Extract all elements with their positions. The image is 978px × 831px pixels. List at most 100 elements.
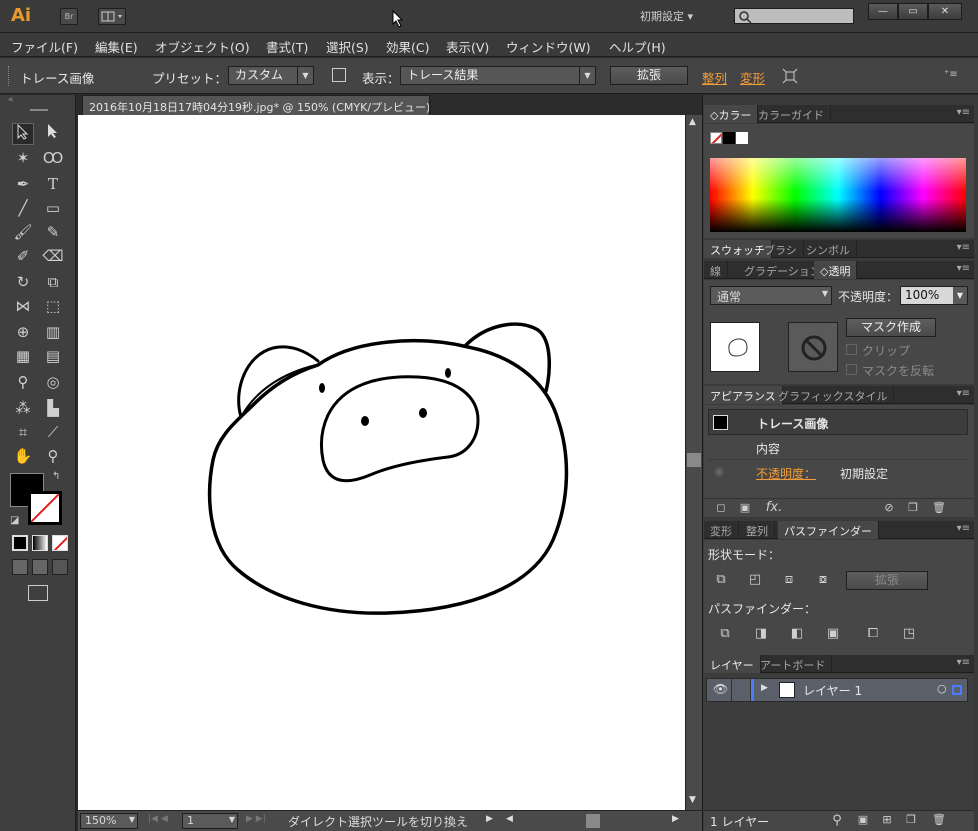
line-tool-icon[interactable]: ╱ — [12, 197, 34, 219]
scroll-right-icon[interactable]: ▶ — [672, 814, 679, 824]
gradient-mode-icon[interactable] — [32, 535, 48, 551]
merge-icon[interactable]: ◧ — [788, 626, 806, 641]
workspace-switcher[interactable]: 初期設定 ▾ — [640, 8, 693, 24]
control-panel-menu-icon[interactable]: ⁺≡ — [944, 69, 958, 80]
scroll-up-icon[interactable]: ▲ — [689, 117, 696, 127]
tab-layers[interactable]: レイヤー — [704, 655, 761, 673]
minimize-button[interactable]: — — [868, 3, 898, 20]
tab-graphic-styles[interactable]: グラフィックスタイル — [772, 386, 895, 404]
color-spectrum[interactable] — [710, 158, 966, 232]
rotate-tool-icon[interactable]: ↻ — [12, 271, 34, 293]
blend-mode-select[interactable]: 通常 ▼ — [710, 286, 832, 305]
status-menu-icon[interactable]: ▶ — [486, 814, 493, 824]
draw-behind-icon[interactable] — [32, 559, 48, 575]
panel-menu-icon[interactable]: ▾≡ — [957, 263, 970, 274]
arrange-documents-button[interactable] — [98, 8, 126, 25]
bridge-button[interactable]: Br — [60, 8, 78, 25]
panel-menu-icon[interactable]: ▾≡ — [957, 242, 970, 253]
menu-file[interactable]: ファイル(F) — [11, 37, 78, 56]
menu-window[interactable]: ウィンドウ(W) — [506, 37, 591, 56]
lasso-tool-icon[interactable]: Ꝏ — [42, 147, 64, 169]
tab-color-guide[interactable]: カラーガイド — [752, 105, 831, 123]
pencil-tool-icon[interactable]: ✎ — [42, 221, 64, 243]
draw-inside-icon[interactable] — [52, 559, 68, 575]
mesh-tool-icon[interactable]: ▦ — [12, 345, 34, 367]
scroll-down-icon[interactable]: ▼ — [689, 795, 696, 805]
maximize-button[interactable]: ▭ — [898, 3, 928, 20]
eye-icon[interactable]: 👁 — [713, 682, 728, 696]
default-fill-stroke-icon[interactable]: ◪ — [10, 515, 19, 526]
exclude-icon[interactable]: ⧇ — [814, 572, 832, 587]
panel-menu-icon[interactable]: ▾≡ — [957, 388, 970, 399]
column-graph-tool-icon[interactable]: ▙ — [42, 397, 64, 419]
clear-appearance-icon[interactable]: ⊘ — [880, 501, 898, 514]
hand-tool-icon[interactable]: ✋ — [12, 445, 34, 467]
none-mode-icon[interactable] — [52, 535, 68, 551]
traced-pig-illustration[interactable] — [78, 115, 685, 810]
tab-transform[interactable]: 変形 — [704, 521, 739, 539]
tab-symbols[interactable]: シンボル — [800, 240, 857, 258]
duplicate-item-icon[interactable]: ❐ — [904, 501, 922, 514]
tools-grip[interactable] — [30, 109, 48, 111]
pathfinder-expand-button[interactable]: 拡張 — [846, 571, 928, 590]
tab-transparency[interactable]: ◇透明 — [814, 261, 858, 279]
symbol-sprayer-tool-icon[interactable]: ⁂ — [12, 397, 34, 419]
pen-tool-icon[interactable]: ✒ — [12, 173, 34, 195]
menu-help[interactable]: ヘルプ(H) — [609, 37, 666, 56]
blob-brush-tool-icon[interactable]: ✐ — [12, 245, 34, 267]
menu-effect[interactable]: 効果(C) — [386, 37, 429, 56]
vertical-scrollbar[interactable]: ▲ ▼ — [685, 115, 702, 810]
clip-checkbox[interactable] — [846, 344, 857, 355]
direct-selection-tool-icon[interactable] — [42, 123, 64, 145]
black-swatch[interactable] — [723, 132, 735, 144]
tab-appearance[interactable]: アピアランス — [704, 386, 783, 404]
add-fill-icon[interactable]: ▣ — [736, 501, 754, 514]
selection-indicator[interactable] — [952, 685, 962, 695]
paintbrush-tool-icon[interactable]: 🖌 — [12, 221, 34, 243]
type-tool-icon[interactable]: T — [42, 173, 64, 195]
make-clipping-mask-icon[interactable]: ▣ — [854, 813, 872, 826]
menu-view[interactable]: 表示(V) — [446, 37, 489, 56]
scroll-thumb[interactable] — [687, 453, 701, 467]
target-icon[interactable]: ○ — [937, 682, 947, 695]
selection-tool-icon[interactable] — [12, 123, 34, 145]
appearance-contents-row[interactable]: 内容 — [708, 435, 968, 460]
panel-menu-icon[interactable]: ▾≡ — [957, 107, 970, 118]
stroke-color-swatch[interactable] — [28, 491, 62, 525]
shape-builder-tool-icon[interactable]: ⊕ — [12, 321, 34, 343]
make-mask-button[interactable]: マスク作成 — [846, 318, 936, 337]
document-tab[interactable]: 2016年10月18日17時04分19秒.jpg* @ 150% (CMYK/プ… — [82, 95, 430, 115]
free-transform-tool-icon[interactable]: ⬚ — [42, 295, 64, 317]
help-search-input[interactable] — [734, 8, 854, 24]
zoom-tool-icon[interactable]: ⚲ — [42, 445, 64, 467]
preset-select[interactable]: カスタム ▼ — [228, 66, 314, 85]
invert-mask-checkbox[interactable] — [846, 364, 857, 375]
outline-icon[interactable]: ⧠ — [864, 626, 882, 641]
control-bar-grip[interactable] — [8, 66, 11, 86]
minus-back-icon[interactable]: ◳ — [900, 626, 918, 641]
align-link[interactable]: 整列 — [702, 68, 727, 87]
layer-name[interactable]: レイヤー 1 — [803, 682, 862, 699]
blend-tool-icon[interactable]: ◎ — [42, 371, 64, 393]
crop-icon[interactable]: ▣ — [824, 626, 842, 641]
tab-brushes[interactable]: ブラシ — [758, 240, 804, 258]
panel-menu-icon[interactable]: ▾≡ — [957, 657, 970, 668]
menu-edit[interactable]: 編集(E) — [95, 37, 138, 56]
expand-button[interactable]: 拡張 — [610, 66, 688, 85]
delete-layer-icon[interactable]: 🗑 — [930, 813, 948, 826]
slice-tool-icon[interactable]: ⟋ — [42, 421, 64, 443]
artboard-canvas[interactable] — [78, 115, 685, 810]
screen-mode-icon[interactable] — [28, 585, 48, 601]
collapse-tools-icon[interactable]: « — [8, 95, 14, 105]
scale-tool-icon[interactable]: ⧉ — [42, 271, 64, 293]
view-select[interactable]: トレース結果 ▼ — [400, 66, 596, 85]
minus-front-icon[interactable]: ◰ — [746, 572, 764, 587]
intersect-icon[interactable]: ⧈ — [780, 572, 798, 587]
magic-wand-tool-icon[interactable]: ✶ — [12, 147, 34, 169]
menu-type[interactable]: 書式(T) — [266, 37, 308, 56]
rectangle-tool-icon[interactable]: ▭ — [42, 197, 64, 219]
white-swatch[interactable] — [736, 132, 748, 144]
artboard-number-select[interactable]: 1 ▼ — [182, 813, 238, 829]
close-window-button[interactable]: ✕ — [928, 3, 962, 20]
first-artboard-icon[interactable]: |◀ ◀ — [148, 814, 168, 824]
